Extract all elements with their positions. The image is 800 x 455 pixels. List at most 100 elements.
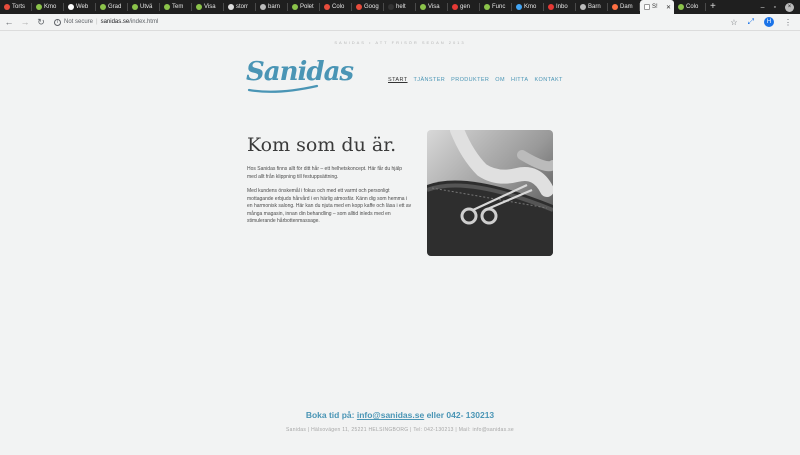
tab-favicon-icon [196,4,202,10]
info-icon[interactable]: i [54,18,61,26]
back-icon[interactable]: ← [2,17,16,27]
address-bar[interactable]: i Not secure | sanidas.se/index.html [54,18,158,26]
window-controls: – ▫ × [761,2,800,12]
tab-favicon-icon [260,4,266,10]
tab-label: Web [76,4,89,10]
tab-label: Inbo [556,4,568,10]
tab-label: Polet [300,4,314,10]
tab-favicon-icon [228,4,234,10]
tab-label: Func [492,4,506,10]
tab-favicon-icon [420,4,426,10]
nav-om[interactable]: OM [495,77,505,83]
tab-label: S! [652,4,658,10]
page-content: SANIDAS • ATT FRISÖR SEDAN 2013 Sanidas … [0,31,800,455]
description-line: mottagande erbjuds hårvård i en härlig a… [247,195,408,202]
tab-favicon-icon [452,4,458,10]
tab-active[interactable]: S! ✕ [640,0,674,14]
browser-tab[interactable]: Polet [288,0,320,14]
tab-label: Visa [204,4,216,10]
booking-prefix: Boka tid på: [305,410,355,420]
browser-tab[interactable]: Grad [96,0,128,14]
booking-email-link[interactable]: info@sanidas.se [357,410,424,420]
tab-favicon-icon [580,4,586,10]
logo-swoosh-icon [247,84,319,93]
tab-favicon-icon [548,4,554,10]
browser-tab[interactable]: Utvä [128,0,160,14]
tab-favicon-icon [132,4,138,10]
tab-label: helt [396,4,406,10]
nav-kontakt[interactable]: KONTAKT [534,77,562,83]
page-headline: Kom som du är. [247,134,397,156]
browser-tab[interactable]: helt [384,0,416,14]
tab-favicon-icon [68,4,74,10]
page-icon [644,4,650,10]
tab-label: Kmo [44,4,57,10]
browser-tab[interactable]: Web [64,0,96,14]
description-line: stimulerande hårbottenmassage. [247,218,320,225]
address-separator: | [96,19,98,25]
tab-favicon-icon [100,4,106,10]
browser-toolbar: ← → ↻ i Not secure | sanidas.se/index.ht… [0,14,800,31]
nav-hitta[interactable]: HITTA [511,77,528,83]
tab-label: Utvä [140,4,153,10]
tab-label: Visa [428,4,440,10]
tab-favicon-icon [164,4,170,10]
tab-label: Grad [108,4,122,10]
tab-label: gen [460,4,471,10]
tab-label: Colo [332,4,345,10]
browser-tab[interactable]: Tem [160,0,192,14]
site-footer: Sanidas | Hälsovägen 11, 25221 HELSINGBO… [286,427,514,433]
description-line: Med kundens önskemål i fokus och med ett… [247,188,390,194]
tab-label: storr [236,4,248,10]
browser-tab[interactable]: barn [256,0,288,14]
tab-label: Goog [364,4,379,10]
tab-last[interactable]: Colo [674,0,706,14]
booking-suffix: eller 042- 130213 [426,410,495,420]
nav-tjanster[interactable]: TJÄNSTER [414,77,446,83]
nav-produkter[interactable]: PRODUKTER [451,77,489,83]
browser-tab[interactable]: Func [480,0,512,14]
profile-avatar[interactable]: H [764,17,774,27]
nav-start[interactable]: START [388,77,408,83]
tab-favicon-icon [388,4,394,10]
new-tab-button[interactable]: + [710,0,716,14]
browser-tab[interactable]: Kmo [512,0,544,14]
browser-tab[interactable]: Dam [608,0,640,14]
close-tab-icon[interactable]: ✕ [666,4,671,11]
description-line: en harmonisk salong. Här kan du njuta me… [247,203,412,210]
booking-line: Boka tid på: info@sanidas.se eller 042- … [0,410,800,420]
maximize-icon[interactable]: ▫ [774,4,776,11]
tab-favicon-icon [612,4,618,10]
bookmark-star-icon[interactable]: ☆ [730,18,737,27]
tab-favicon-icon [324,4,330,10]
menu-icon[interactable]: ⋮ [784,18,792,27]
browser-tab[interactable]: Visa [416,0,448,14]
browser-tab[interactable]: Goog [352,0,384,14]
tab-favicon-icon [356,4,362,10]
reload-icon[interactable]: ↻ [34,17,48,28]
forward-icon[interactable]: → [18,17,32,27]
site-logo[interactable]: Sanidas [246,57,354,87]
tab-favicon-icon [678,4,684,10]
browser-tab[interactable]: gen [448,0,480,14]
browser-tab[interactable]: Visa [192,0,224,14]
browser-tab[interactable]: Barn [576,0,608,14]
minimize-icon[interactable]: – [761,4,765,11]
browser-tab[interactable]: storr [224,0,256,14]
description-paragraph: Med kundens önskemål i fokus och med ett… [247,188,417,226]
tab-label: Kmo [524,4,537,10]
intro-paragraph: Hos Sanidas finns allt för ditt hår – et… [247,166,417,181]
close-window-icon[interactable]: × [785,2,794,12]
tab-label: Dam [620,4,633,10]
tab-favicon-icon [516,4,522,10]
browser-tab[interactable]: Torts [0,0,32,14]
intro-line: med allt från klippning till festuppsätt… [247,173,339,180]
browser-tab[interactable]: Inbo [544,0,576,14]
tab-label: Barn [588,4,601,10]
browser-tab[interactable]: Colo [320,0,352,14]
browser-tab[interactable]: Kmo [32,0,64,14]
toolbar-actions: ☆ ⤢ H ⋮ [730,17,800,27]
tabs-container: Torts Kmo Web Grad Utvä Tem Visa storr barn Polet… [0,0,640,14]
extension-icon[interactable]: ⤢ [748,17,754,27]
tab-favicon-icon [484,4,490,10]
